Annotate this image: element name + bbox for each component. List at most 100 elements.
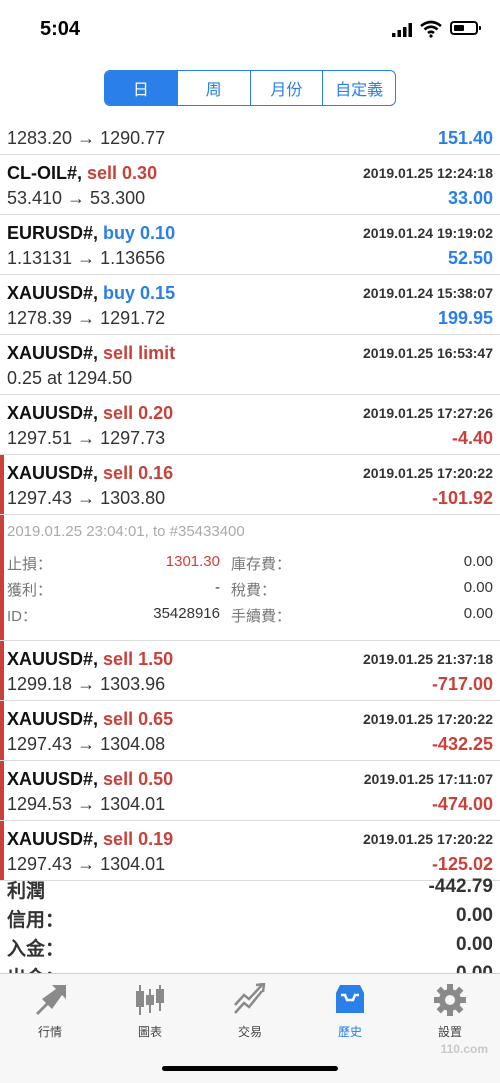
order-prices: 1294.53 → 1304.01 [7,794,166,814]
wifi-icon [420,20,442,38]
summary-label: 入金： [7,939,65,960]
tab-label: 交易 [237,1025,262,1039]
history-row[interactable]: XAUUSD#, buy 0.15 2019.01.24 15:38:07 1278… [0,275,500,335]
order-detail: 2019.01.25 23:04:01, to #35433400 止損： 1301… [0,515,500,641]
order-prices: 0.25 at 1294.50 [7,368,133,388]
id-label: ID： [7,608,38,625]
order-datetime: 2019.01.25 17:20:22 [363,831,493,847]
order-datetime: 2019.01.25 17:11:07 [363,771,493,787]
battery-icon [450,21,481,35]
signal-icon [392,23,412,37]
period-selector: 日周月份 自定義 [104,70,396,106]
row-title: CL-OIL#, sell 0.30 [7,163,157,184]
order-datetime: 2019.01.25 12:24:18 [363,165,493,181]
period-tab-0[interactable]: 日 [105,71,177,105]
order-profit: 199.95 [437,308,493,328]
order-profit: 33.00 [447,188,493,208]
history-row[interactable]: XAUUSD#, sell 0.19 2019.01.25 17:20:22 129… [0,821,500,881]
home-indicator[interactable] [162,1066,338,1071]
tab-label: 歷史 [337,1025,362,1039]
tab-history[interactable]: 歷史 [300,974,400,1044]
swap-label: 庫存費： [231,556,292,573]
summary-label: 利潤 [7,881,46,902]
tab-label: 行情 [37,1025,62,1039]
history-row[interactable]: CL-OIL#, sell 0.30 2019.01.25 12:24:18 53.… [0,155,500,215]
order-prices: 1297.43 → 1303.80 [7,488,166,508]
order-profit: 151.40 [437,128,493,148]
order-datetime: 2019.01.25 21:37:18 [363,651,493,667]
order-datetime: 2019.01.25 16:53:47 [363,345,493,361]
swap-value: 0.00 [463,553,493,570]
order-datetime: 2019.01.25 17:20:22 [363,711,493,727]
summary-value: -442.79 [428,876,493,897]
history-row[interactable]: XAUUSD#, sell 0.16 2019.01.25 17:20:22 129… [0,455,500,515]
period-tab-3[interactable]: 自定義 [322,71,395,105]
order-type: sell 0.50 [103,769,174,789]
summary-row: 出金： 0.00 [0,960,500,973]
summary-value: 0.00 [456,905,493,926]
order-profit: -4.40 [451,428,493,448]
row-title: XAUUSD#, sell 0.19 [7,829,173,850]
history-row[interactable]: 1283.20 → 1290.77 151.40 [0,117,500,155]
symbol-label: CL-OIL#, [7,163,82,183]
summary-value: 0.00 [456,934,493,955]
order-profit: -432.25 [431,734,493,754]
order-datetime: 2019.01.24 19:19:02 [363,225,493,241]
period-tab-1[interactable]: 周 [176,71,250,105]
row-title: XAUUSD#, sell 0.20 [7,403,173,424]
row-title: EURUSD#, buy 0.10 [7,223,175,244]
stop-loss-value: 1301.30 [165,553,220,570]
row-title: XAUUSD#, sell 0.16 [7,463,173,484]
tab-quotes[interactable]: 行情 [0,974,100,1044]
order-type: sell 0.30 [87,163,158,183]
symbol-label: XAUUSD#, [7,649,99,669]
history-row[interactable]: XAUUSD#, sell 0.50 2019.01.25 17:11:07 129… [0,761,500,821]
row-title: XAUUSD#, sell 1.50 [7,649,173,670]
id-value: 35428916 [153,605,220,622]
tab-gear[interactable]: 設置 [400,974,500,1044]
status-time: 5:04 [40,18,81,40]
history-row[interactable]: XAUUSD#, sell 0.20 2019.01.25 17:27:26 129… [0,395,500,455]
order-prices: 1297.43 → 1304.01 [7,854,166,874]
summary-value: 0.00 [456,963,493,973]
symbol-label: XAUUSD#, [7,463,99,483]
order-prices: 1283.20 → 1290.77 [7,128,166,148]
summary-label: 出金： [7,963,64,973]
history-row[interactable]: XAUUSD#, sell limit 2019.01.25 16:53:47 0.… [0,335,500,395]
tab-trade[interactable]: 交易 [200,974,300,1044]
order-prices: 1299.18 → 1303.96 [7,674,166,694]
history-list[interactable]: 1283.20 → 1290.77 151.40 CL-OIL#, sell 0.3… [0,117,500,973]
tab-label: 設置 [437,1025,462,1039]
summary-row: 利潤 -442.79 [0,873,500,902]
tax-label: 稅費： [231,582,277,599]
order-type: sell limit [103,343,176,363]
order-type: sell 0.19 [103,829,174,849]
summary-row: 入金： 0.00 [0,931,500,960]
order-prices: 1297.43 → 1304.08 [7,734,166,754]
order-type: buy 0.15 [103,283,176,303]
summary-row: 信用： 0.00 [0,902,500,931]
take-profit-label: 獲利： [7,582,53,599]
detail-header: 2019.01.25 23:04:01, to #35433400 [7,523,245,540]
period-tab-2[interactable]: 月份 [249,71,323,105]
tab-chart[interactable]: 圖表 [100,974,200,1044]
order-profit: -474.00 [431,794,493,814]
order-profit: 52.50 [447,248,493,268]
history-row[interactable]: XAUUSD#, sell 1.50 2019.01.25 21:37:18 129… [0,641,500,701]
history-row[interactable]: XAUUSD#, sell 0.65 2019.01.25 17:20:22 129… [0,701,500,761]
order-prices: 1.13131 → 1.13656 [7,248,166,268]
order-type: sell 0.65 [103,709,174,729]
symbol-label: XAUUSD#, [7,829,99,849]
summary-panel: 利潤 -442.79 信用： 0.00 入金： 0.00 出金： 0.00 [0,873,500,973]
order-type: buy 0.10 [103,223,176,243]
status-bar: 5:04 [0,0,500,60]
row-title: XAUUSD#, buy 0.15 [7,283,175,304]
order-profit: -717.00 [431,674,493,694]
order-datetime: 2019.01.25 17:20:22 [363,465,493,481]
symbol-label: EURUSD#, [7,223,99,243]
history-row[interactable]: EURUSD#, buy 0.10 2019.01.24 19:19:02 1.13… [0,215,500,275]
symbol-label: XAUUSD#, [7,709,99,729]
row-title: XAUUSD#, sell 0.65 [7,709,173,730]
symbol-label: XAUUSD#, [7,769,99,789]
stop-loss-label: 止損： [7,556,53,573]
